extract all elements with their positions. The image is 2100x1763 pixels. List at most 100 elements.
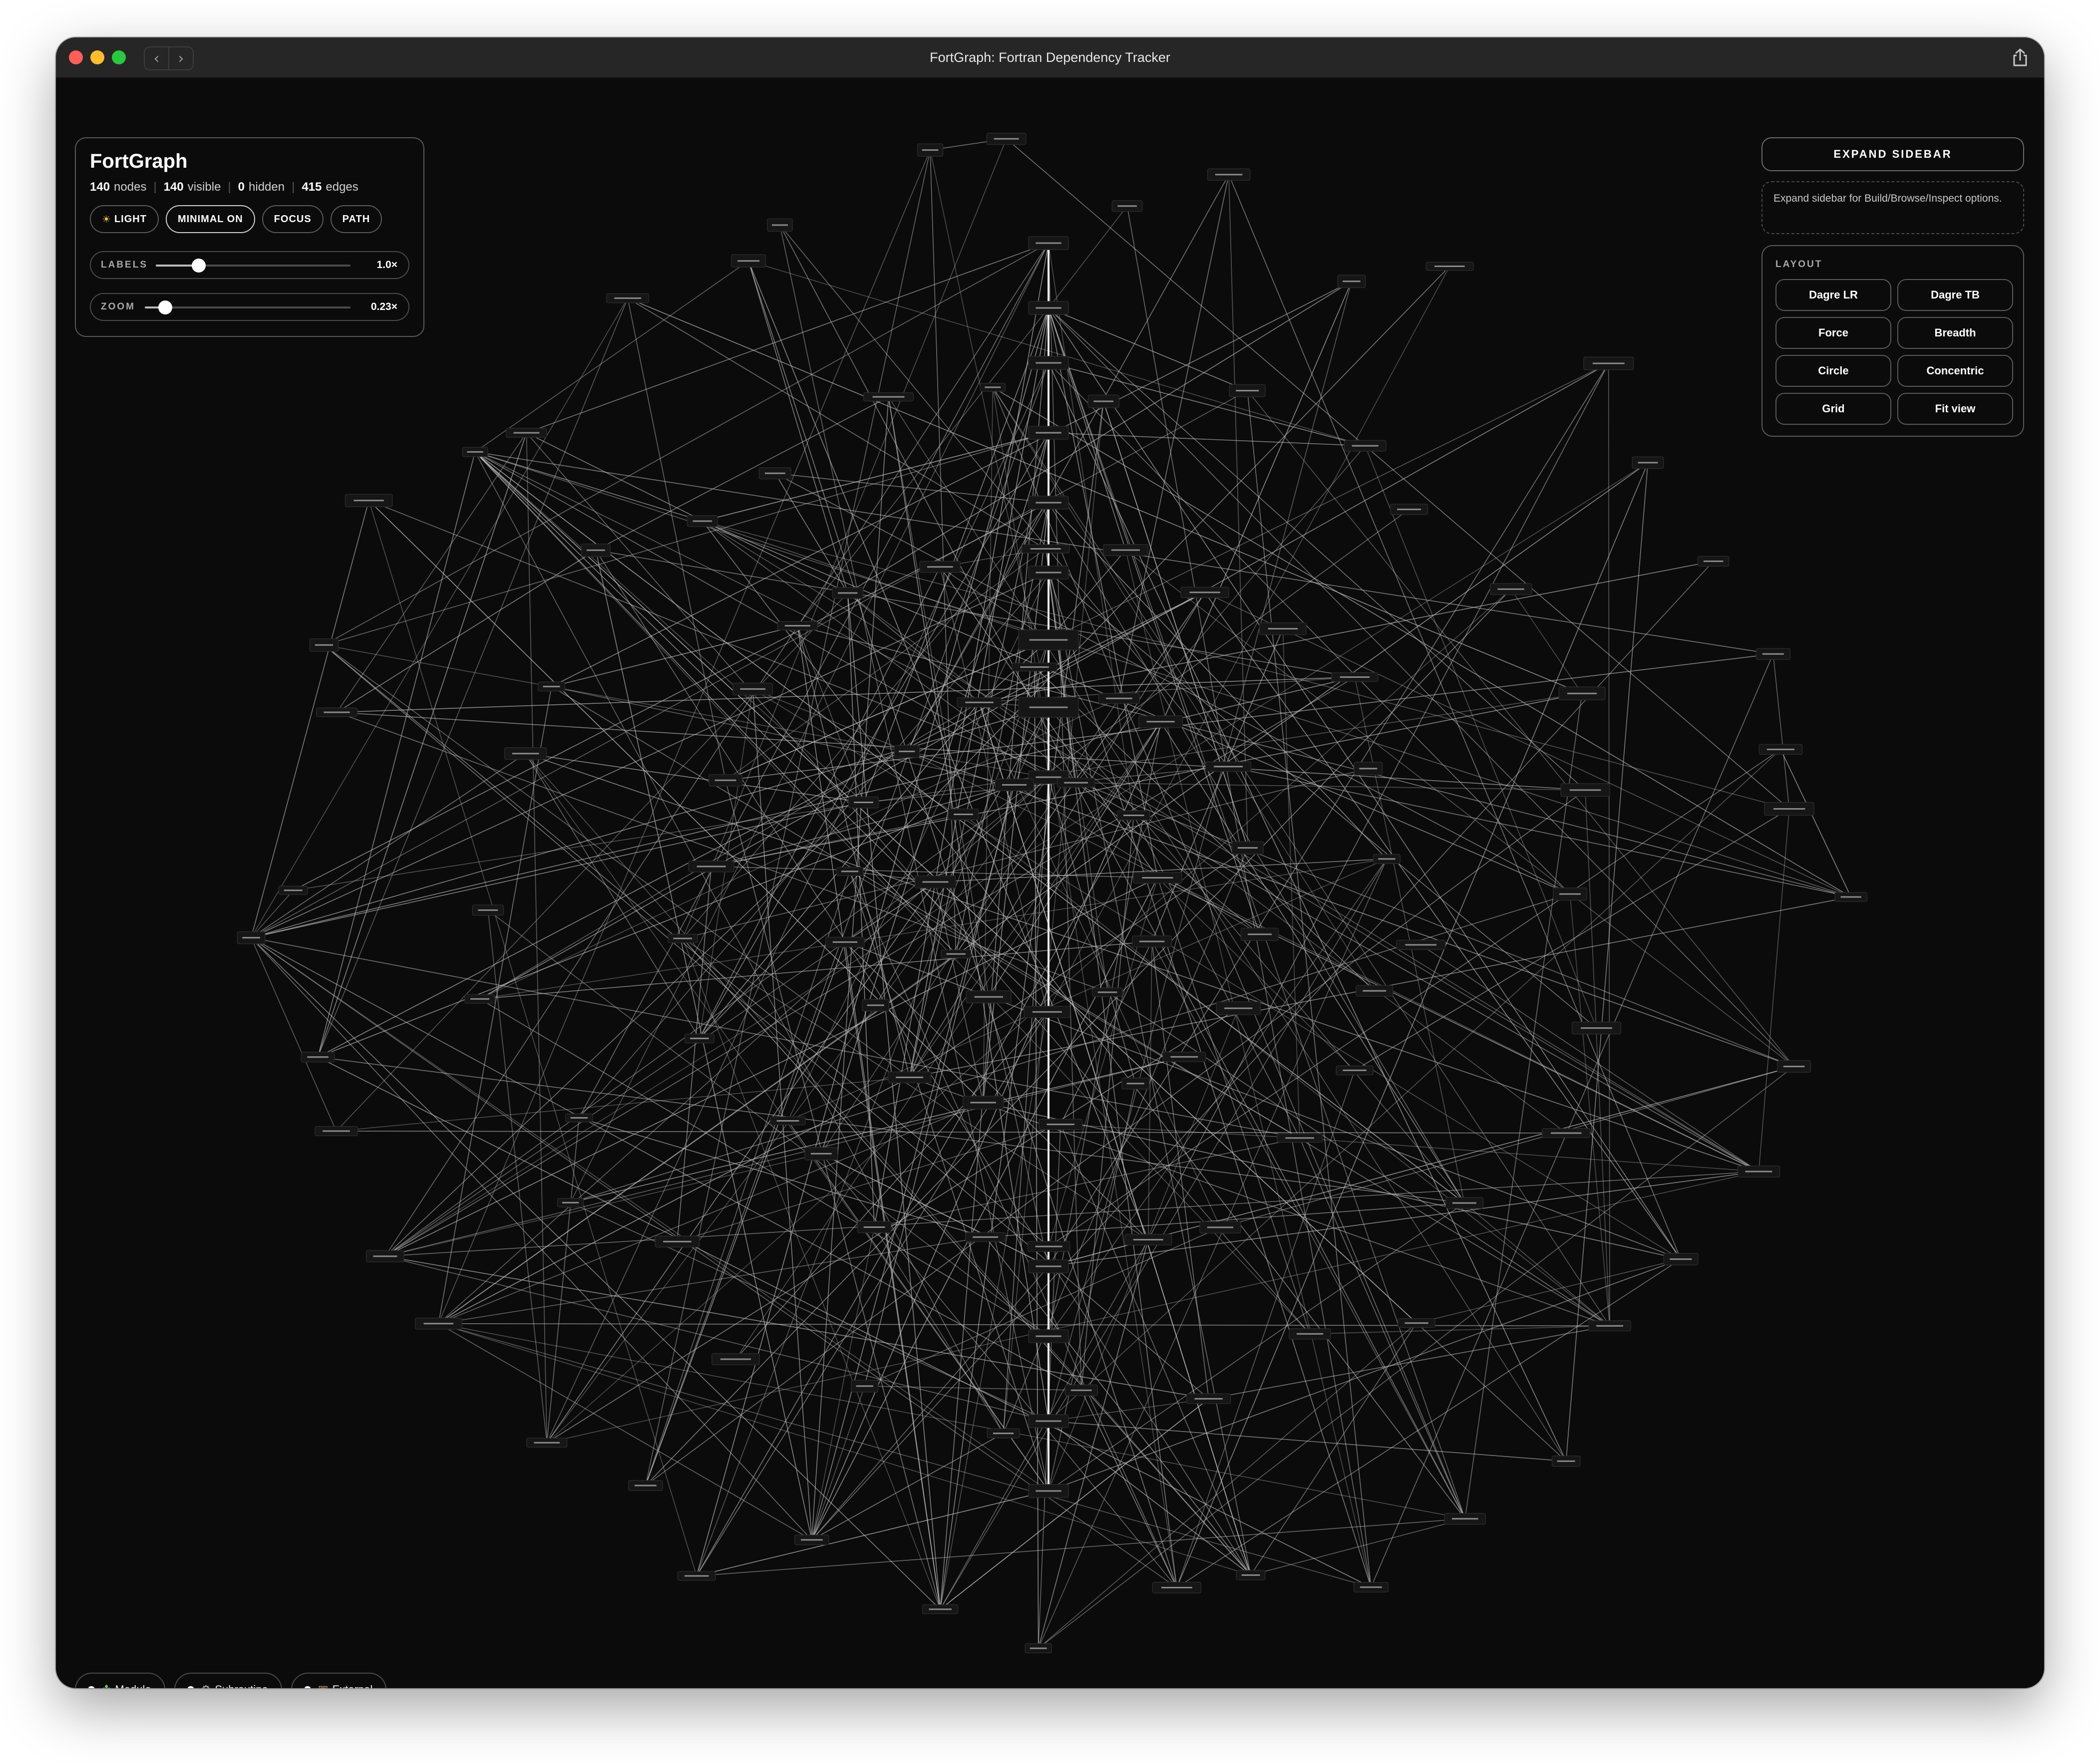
toggle-group: ☀ LIGHT MINIMAL ON FOCUS PATH: [90, 205, 382, 233]
layout-concentric-button[interactable]: Concentric: [1897, 355, 2013, 387]
dependency-edge: [595, 396, 889, 551]
layout-panel: LAYOUT Dagre LR Dagre TB Force Breadth C…: [1761, 245, 2024, 437]
zoom-slider-knob[interactable]: [158, 300, 173, 314]
dependency-edge: [988, 997, 1049, 1267]
node-label-mark: [543, 685, 560, 687]
hidden-count: 0: [238, 180, 245, 194]
node-label-mark: [922, 149, 939, 151]
dependency-edge: [385, 1256, 1049, 1422]
node-label-mark: [922, 881, 949, 883]
node-label-mark: [1189, 591, 1220, 593]
node-label-mark: [838, 592, 858, 594]
expand-sidebar-button[interactable]: EXPAND SIDEBAR: [1761, 137, 2024, 171]
dependency-edge: [1228, 174, 1682, 1259]
dependency-edge: [627, 297, 1046, 550]
dependency-edge: [317, 298, 628, 1058]
dependency-edge: [645, 790, 1586, 1486]
dependency-edge: [474, 451, 1048, 1012]
node-label-mark: [1214, 766, 1243, 768]
node-label-mark: [693, 520, 712, 522]
fit-view-button[interactable]: Fit view: [1897, 393, 2013, 425]
node-label-mark: [1559, 893, 1581, 895]
node-label-mark: [1106, 697, 1132, 699]
node-label-mark: [478, 909, 498, 911]
path-toggle-button[interactable]: PATH: [330, 205, 382, 233]
node-label-mark: [854, 802, 873, 803]
labels-slider-knob[interactable]: [191, 259, 206, 273]
dependency-edge: [1510, 588, 1583, 694]
dependency-edge: [324, 432, 1049, 645]
node-label-mark: [663, 1240, 692, 1242]
layout-breadth-button[interactable]: Breadth: [1897, 317, 2013, 349]
labels-slider[interactable]: [156, 259, 350, 273]
share-icon[interactable]: [2009, 46, 2031, 68]
node-label-mark: [1397, 509, 1421, 510]
theme-toggle-button[interactable]: ☀ LIGHT: [90, 205, 159, 233]
dependency-edge: [385, 1256, 1209, 1400]
dependency-edge: [1048, 1258, 1681, 1491]
dependency-edge: [551, 281, 1352, 687]
zoom-slider[interactable]: [145, 300, 350, 314]
node-label-mark: [1036, 502, 1061, 504]
node-label-mark: [690, 1037, 709, 1039]
node-label-mark: [1363, 990, 1387, 992]
node-label-mark: [586, 549, 605, 551]
dependency-edge: [474, 451, 1311, 1334]
dependency-edge: [1048, 363, 1609, 640]
dependency-edge: [1608, 363, 1610, 1326]
dependency-edge: [1048, 572, 1597, 1029]
dependency-edge: [525, 753, 864, 803]
legend-module[interactable]: ✤ Module: [75, 1673, 165, 1688]
node-label-mark: [1071, 1389, 1092, 1391]
dependency-edge: [1081, 815, 1134, 1391]
node-label-mark: [1452, 1518, 1478, 1520]
node-label-mark: [1359, 768, 1378, 770]
node-label-mark: [810, 1153, 832, 1155]
node-label-mark: [284, 889, 303, 891]
graph-canvas[interactable]: FortGraph 140 nodes | 140 visible | 0 hidden | 41…: [56, 78, 2044, 1688]
theme-toggle-label: LIGHT: [114, 213, 147, 225]
node-label-mark: [740, 688, 766, 690]
node-label-mark: [1236, 390, 1259, 392]
window-title: FortGraph: Fortran Dependency Tracker: [930, 50, 1170, 65]
dependency-edge: [702, 521, 1570, 894]
dependency-edge: [324, 644, 1050, 1247]
node-label-mark: [1207, 1226, 1234, 1228]
node-label-mark: [1036, 1265, 1061, 1267]
node-label-mark: [1581, 1027, 1612, 1029]
layout-circle-button[interactable]: Circle: [1775, 355, 1891, 387]
layout-dagre-lr-button[interactable]: Dagre LR: [1775, 279, 1891, 311]
layout-force-button[interactable]: Force: [1775, 317, 1891, 349]
dependency-edge: [1310, 1325, 1610, 1335]
layout-buttons: Dagre LR Dagre TB Force Breadth Circle C…: [1775, 279, 2013, 425]
app-title: FortGraph: [90, 150, 188, 172]
node-label-mark: [1596, 1325, 1623, 1327]
layout-dagre-tb-button[interactable]: Dagre TB: [1897, 279, 2013, 311]
subroutine-dot: [187, 1686, 194, 1688]
node-label-mark: [1020, 666, 1049, 668]
dependency-edge: [1565, 462, 1649, 1462]
node-label-mark: [973, 1236, 999, 1238]
dependency-edge: [627, 297, 1582, 694]
node-label-mark: [1551, 1132, 1582, 1134]
node-label-mark: [423, 1323, 454, 1325]
node-label-mark: [673, 937, 693, 939]
node-label-mark: [373, 1255, 397, 1257]
layout-grid-button[interactable]: Grid: [1775, 393, 1891, 425]
dependency-edge: [992, 387, 1851, 897]
legend-subroutine[interactable]: ⚙ Subroutine: [174, 1673, 282, 1688]
node-label-mark: [534, 1442, 560, 1444]
sun-icon: ☀: [102, 213, 111, 225]
legend-external[interactable]: ▣ External: [291, 1673, 387, 1688]
dependency-edge: [752, 688, 1681, 1260]
node-label-mark: [899, 750, 915, 752]
node-label-mark: [896, 1076, 924, 1078]
minimal-toggle-button[interactable]: MINIMAL ON: [165, 205, 255, 233]
puzzle-icon: ✤: [102, 1684, 111, 1689]
node-label-mark: [985, 386, 1001, 388]
node-type-legend: ✤ Module ⚙ Subroutine ▣ External: [75, 1673, 387, 1688]
dependency-edge: [1038, 1066, 1794, 1649]
dependency-edge: [546, 777, 1049, 1443]
focus-toggle-button[interactable]: FOCUS: [262, 205, 324, 233]
dependency-edge: [1006, 138, 1790, 810]
